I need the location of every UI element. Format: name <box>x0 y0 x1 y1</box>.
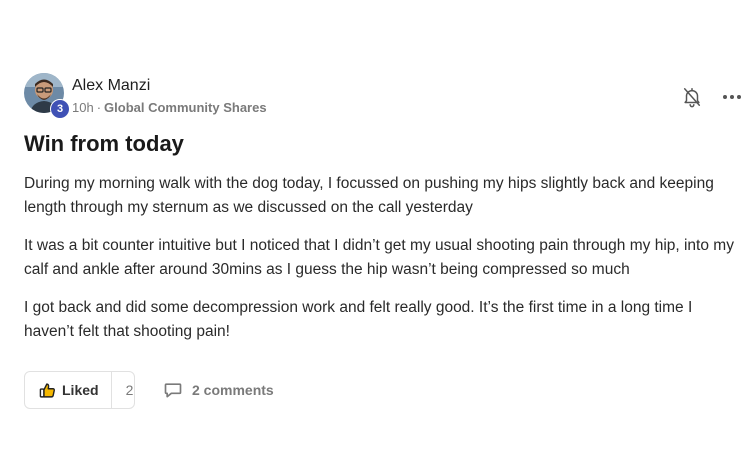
comment-bubble-icon <box>164 383 182 398</box>
like-count[interactable]: 2 <box>112 372 134 408</box>
author-name[interactable]: Alex Manzi <box>72 77 150 95</box>
like-toggle[interactable]: Liked <box>25 372 112 408</box>
post-card: 3 Alex Manzi 10h · Global Community Shares… <box>0 0 750 450</box>
comments-label: 2 comments <box>192 382 274 398</box>
post-paragraph: I got back and did some decompression wo… <box>24 299 693 340</box>
thumbs-up-icon <box>39 382 55 398</box>
meta-separator: · <box>96 100 102 115</box>
bell-muted-icon[interactable] <box>681 86 703 108</box>
post-paragraph: During my morning walk with the dog toda… <box>24 175 714 216</box>
comments-button[interactable]: 2 comments <box>163 380 274 400</box>
like-button[interactable]: Liked 2 <box>24 371 135 409</box>
post-title: Win from today <box>24 131 184 156</box>
post-meta: 10h · Global Community Shares <box>72 100 267 115</box>
post-body: During my morning walk with the dog toda… <box>24 172 742 358</box>
post-paragraph: It was a bit counter intuitive but I not… <box>24 237 734 278</box>
post-time: 10h <box>72 100 94 115</box>
avatar-container[interactable]: 3 <box>24 73 70 119</box>
level-badge: 3 <box>50 99 70 119</box>
category-link[interactable]: Global Community Shares <box>104 100 267 115</box>
more-dots-icon[interactable] <box>720 86 744 108</box>
like-label: Liked <box>62 382 99 398</box>
